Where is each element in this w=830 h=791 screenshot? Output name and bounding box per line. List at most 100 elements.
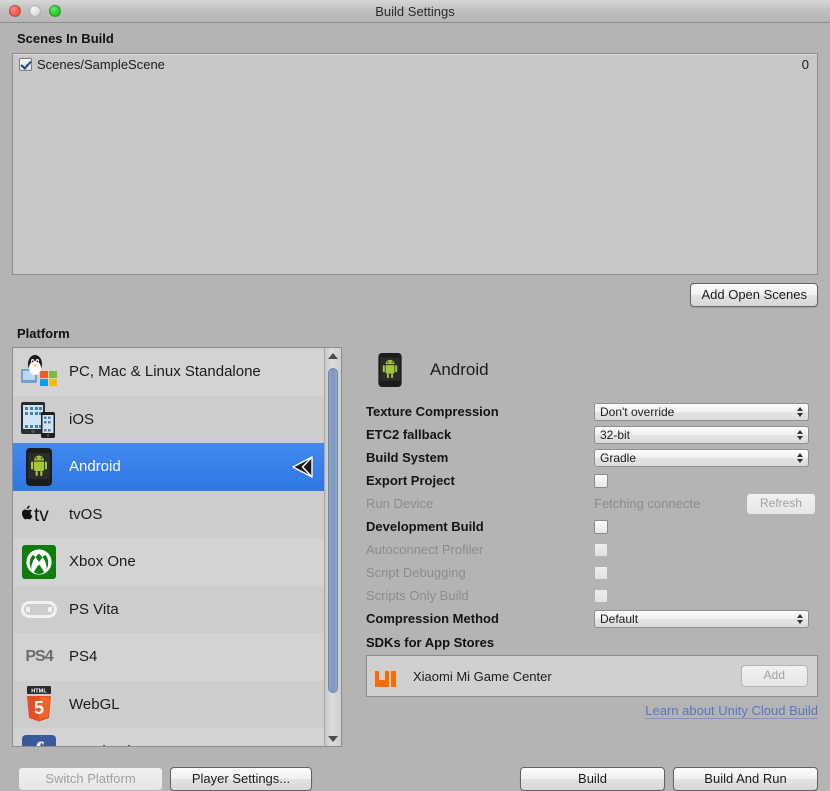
script-debugging-checkbox[interactable]	[594, 566, 608, 580]
tvos-icon: tv	[19, 494, 59, 534]
chevron-updown-icon	[797, 614, 803, 624]
zoom-button[interactable]	[49, 5, 61, 17]
setting-label: Build System	[366, 450, 594, 465]
scripts-only-build-checkbox[interactable]	[594, 589, 608, 603]
setting-label: Development Build	[366, 519, 594, 534]
add-open-scenes-button[interactable]: Add Open Scenes	[690, 283, 818, 307]
sdk-name-label: Xiaomi Mi Game Center	[413, 669, 741, 684]
platform-item-label: Xbox One	[69, 553, 136, 570]
platform-item-pc-mac-linux-standalone[interactable]: PC, Mac & Linux Standalone	[13, 348, 324, 396]
details-title: Android	[430, 360, 489, 380]
pc-mac-linux-icon	[19, 352, 59, 392]
xbox-one-icon	[19, 542, 59, 582]
platform-item-webgl[interactable]: HTML 5 WebGL	[13, 681, 324, 729]
minimize-button[interactable]	[29, 5, 41, 17]
window-body: Scenes In Build Scenes/SampleScene 0 Add…	[0, 23, 830, 787]
close-button[interactable]	[9, 5, 21, 17]
chevron-updown-icon	[797, 407, 803, 417]
traffic-light-group	[9, 5, 61, 17]
window-titlebar: Build Settings	[0, 0, 830, 23]
unity-cloud-build-link-row: Learn about Unity Cloud Build	[366, 703, 818, 718]
platform-rows: PC, Mac & Linux Standalone	[13, 348, 324, 746]
run-device-status-text: Fetching connecte	[594, 496, 746, 511]
build-button[interactable]: Build	[520, 767, 665, 791]
dropdown-value: Gradle	[600, 451, 636, 465]
setting-row-scripts-only-build: Scripts Only Build	[366, 584, 818, 607]
setting-label: Scripts Only Build	[366, 588, 594, 603]
platform-item-label: iOS	[69, 411, 94, 428]
etc2-fallback-dropdown[interactable]: 32-bit	[594, 426, 809, 444]
platform-item-label: Android	[69, 458, 121, 475]
player-settings-button[interactable]: Player Settings...	[170, 767, 312, 791]
build-actions: Build Build And Run	[366, 767, 818, 791]
platform-item-label: PS4	[69, 648, 97, 665]
platform-item-label: tvOS	[69, 506, 102, 523]
sdks-for-app-stores-heading: SDKs for App Stores	[366, 635, 818, 650]
setting-row-texture-compression: Texture Compression Don't override	[366, 400, 818, 423]
details-settings-list: Texture Compression Don't override ETC2 …	[366, 400, 818, 630]
setting-label: Export Project	[366, 473, 594, 488]
refresh-devices-button[interactable]: Refresh	[746, 493, 816, 515]
platform-item-ios[interactable]: iOS	[13, 396, 324, 444]
scenes-in-build-list[interactable]: Scenes/SampleScene 0	[12, 53, 818, 275]
sdk-list: Xiaomi Mi Game Center Add	[366, 655, 818, 697]
unity-active-platform-icon	[288, 455, 314, 479]
ios-icon	[19, 399, 59, 439]
facebook-icon: f	[19, 732, 59, 746]
setting-label: Texture Compression	[366, 404, 594, 419]
setting-label: Compression Method	[366, 611, 594, 626]
setting-row-export-project: Export Project	[366, 469, 818, 492]
ps4-icon: PS4	[19, 637, 59, 677]
build-and-run-button[interactable]: Build And Run	[673, 767, 818, 791]
platform-item-facebook[interactable]: f Facebook	[13, 728, 324, 746]
platform-heading: Platform	[17, 326, 70, 341]
compression-method-dropdown[interactable]: Default	[594, 610, 809, 628]
setting-row-run-device: Run Device Fetching connecte Refresh	[366, 492, 818, 515]
scenes-in-build-heading: Scenes In Build	[17, 31, 114, 46]
android-icon	[19, 447, 59, 487]
scrollbar-down-arrow-icon[interactable]	[325, 731, 341, 746]
svg-text:tv: tv	[34, 505, 49, 526]
details-header: Android	[366, 347, 818, 393]
platform-item-label: PS Vita	[69, 601, 119, 618]
add-sdk-button[interactable]: Add	[741, 665, 808, 687]
android-icon	[370, 353, 410, 387]
setting-row-autoconnect-profiler: Autoconnect Profiler	[366, 538, 818, 561]
learn-about-unity-cloud-build-link[interactable]: Learn about Unity Cloud Build	[645, 703, 818, 719]
scene-row[interactable]: Scenes/SampleScene 0	[13, 54, 817, 74]
setting-row-script-debugging: Script Debugging	[366, 561, 818, 584]
scene-enabled-checkbox[interactable]	[19, 58, 32, 71]
svg-text:HTML: HTML	[31, 689, 47, 695]
setting-row-development-build: Development Build	[366, 515, 818, 538]
window-title: Build Settings	[0, 4, 830, 19]
dropdown-value: 32-bit	[600, 428, 630, 442]
setting-label: Run Device	[366, 496, 594, 511]
development-build-checkbox[interactable]	[594, 520, 608, 534]
setting-row-build-system: Build System Gradle	[366, 446, 818, 469]
platform-item-ps-vita[interactable]: PS Vita	[13, 586, 324, 634]
setting-label: Autoconnect Profiler	[366, 542, 594, 557]
xiaomi-mi-icon	[375, 665, 401, 687]
scene-index-label: 0	[802, 57, 809, 72]
scene-path-label: Scenes/SampleScene	[37, 57, 802, 72]
platform-list-scrollbar[interactable]	[324, 348, 341, 746]
chevron-updown-icon	[797, 453, 803, 463]
platform-item-tvos[interactable]: tv tvOS	[13, 491, 324, 539]
platform-details-panel: Android Texture Compression Don't overri…	[366, 347, 818, 718]
platform-item-android[interactable]: Android	[13, 443, 324, 491]
texture-compression-dropdown[interactable]: Don't override	[594, 403, 809, 421]
scrollbar-thumb[interactable]	[328, 368, 338, 693]
platform-item-ps4[interactable]: PS4 PS4	[13, 633, 324, 681]
scrollbar-up-arrow-icon[interactable]	[325, 348, 341, 363]
build-system-dropdown[interactable]: Gradle	[594, 449, 809, 467]
dropdown-value: Don't override	[600, 405, 674, 419]
dropdown-value: Default	[600, 612, 638, 626]
platform-list[interactable]: PC, Mac & Linux Standalone	[12, 347, 342, 747]
setting-row-compression-method: Compression Method Default	[366, 607, 818, 630]
webgl-icon: HTML 5	[19, 684, 59, 724]
export-project-checkbox[interactable]	[594, 474, 608, 488]
platform-item-xbox-one[interactable]: Xbox One	[13, 538, 324, 586]
switch-platform-button[interactable]: Switch Platform	[18, 767, 163, 791]
autoconnect-profiler-checkbox[interactable]	[594, 543, 608, 557]
platform-item-label: PC, Mac & Linux Standalone	[69, 363, 261, 380]
